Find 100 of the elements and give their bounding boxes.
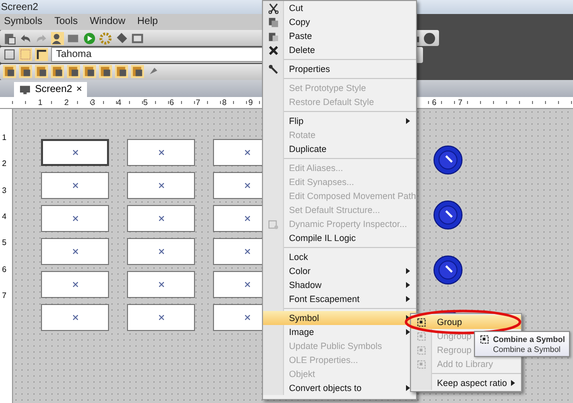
widget-drawing[interactable] (127, 304, 195, 331)
layer-icon[interactable] (35, 65, 48, 78)
widget-drawing[interactable] (127, 172, 195, 199)
ruler-label: 2 (64, 97, 69, 108)
group-icon (416, 330, 426, 342)
menu-item[interactable]: Duplicate (263, 142, 416, 156)
group-icon (416, 358, 426, 370)
menu-item[interactable]: Group (411, 315, 521, 329)
menu-item[interactable]: Paste (263, 29, 416, 43)
group-icon (479, 334, 490, 344)
layer-icon[interactable] (99, 65, 112, 78)
ruler-label: 7 (2, 290, 6, 300)
scissors-icon (268, 2, 278, 14)
cross-icon (158, 249, 164, 254)
copy-icon (268, 16, 278, 28)
ruler-label: 3 (2, 186, 6, 195)
submenu-arrow-icon (406, 296, 410, 302)
screen-tab[interactable]: Screen2 × (14, 82, 88, 97)
ruler-label: 3 (90, 97, 96, 108)
widget-drawing[interactable] (127, 271, 195, 298)
window-title: Screen2 (1, 2, 38, 12)
cross-icon (158, 183, 164, 188)
cross-icon (244, 183, 250, 188)
monitor-icon (19, 84, 31, 94)
layer-icon[interactable] (3, 65, 16, 78)
group-icon (416, 316, 426, 328)
knob-drawing[interactable] (433, 145, 463, 175)
ruler-label: 6 (2, 264, 6, 274)
widget-drawing[interactable] (127, 205, 195, 232)
layer-icon[interactable] (51, 65, 64, 78)
tooltip-text: Combine a Symbol (492, 344, 561, 354)
ruler-label: 7 (196, 97, 200, 108)
layer-icon[interactable] (83, 65, 96, 78)
menu-item[interactable]: Font Escapement (263, 292, 416, 306)
play-icon[interactable] (83, 32, 96, 45)
menu-item[interactable]: Copy (263, 15, 416, 29)
inspector-icon (268, 218, 278, 230)
cross-icon (244, 315, 250, 320)
ruler-label: 8 (222, 97, 227, 108)
delete-icon (268, 44, 278, 56)
ruler-label: 7 (458, 97, 462, 108)
group-icon (416, 344, 426, 356)
cross-icon (72, 282, 78, 287)
submenu-arrow-icon (406, 282, 410, 288)
menu-item[interactable]: Window (90, 16, 126, 28)
ruler-label: 6 (170, 97, 174, 108)
menu-item[interactable]: Help (137, 16, 158, 28)
ruler-label: 5 (143, 97, 148, 108)
menu-item[interactable]: Shadow (263, 278, 416, 292)
paste-icon (268, 30, 278, 42)
cross-icon (72, 183, 78, 188)
menu-item[interactable]: Properties (263, 62, 416, 76)
corner-icon[interactable] (35, 48, 48, 62)
wrench-icon (268, 64, 278, 74)
window-icon[interactable] (131, 32, 144, 45)
widget-drawing[interactable] (41, 205, 109, 232)
cross-icon (244, 249, 250, 254)
widget-drawing[interactable] (127, 139, 195, 166)
grid-icon[interactable] (3, 48, 16, 62)
menu-item[interactable]: Cut (263, 1, 416, 15)
submenu-arrow-icon (406, 118, 410, 124)
cross-icon (244, 216, 250, 221)
menu-item[interactable]: Color (263, 264, 416, 278)
cross-icon (158, 315, 164, 320)
ruler-label: 9 (248, 97, 253, 108)
close-button[interactable]: × (76, 84, 82, 95)
knob-drawing[interactable] (433, 200, 463, 230)
layer-icon[interactable] (115, 65, 128, 78)
menu-item[interactable]: Symbols (4, 16, 42, 28)
cross-icon (244, 282, 250, 287)
cross-icon (72, 150, 78, 155)
cross-icon (244, 150, 250, 155)
menu-item[interactable]: Flip (263, 114, 416, 128)
widget-drawing[interactable] (41, 139, 109, 166)
ruler-label: 4 (2, 212, 6, 221)
menu-item[interactable]: Lock (263, 250, 416, 264)
ruler-label: 1 (2, 133, 6, 142)
widget-drawing[interactable] (41, 271, 109, 298)
tooltip-text: Combine a Symbol (493, 334, 566, 344)
cross-icon (72, 216, 78, 221)
ruler-label: 2 (2, 159, 6, 168)
menu-item[interactable]: Keep aspect ratio (411, 376, 521, 390)
cross-icon (72, 249, 78, 254)
layer-icon[interactable] (19, 65, 32, 78)
submenu-arrow-icon (511, 380, 515, 386)
menu-item[interactable]: Symbol (263, 311, 416, 325)
widget-drawing[interactable] (41, 238, 109, 265)
ruler-label: 5 (2, 238, 6, 248)
widget-drawing[interactable] (41, 172, 109, 199)
paste-icon[interactable] (3, 32, 16, 45)
widget-drawing[interactable] (127, 238, 195, 265)
cross-icon (72, 315, 78, 320)
knob-drawing[interactable] (433, 255, 463, 285)
ruler-label: 1 (38, 97, 42, 108)
layer-icon[interactable] (67, 65, 80, 78)
menu-item[interactable]: Compile IL Logic (263, 231, 416, 245)
ruler-label: 4 (116, 97, 122, 108)
widget-drawing[interactable] (41, 304, 109, 331)
menu-item[interactable]: Tools (54, 16, 78, 28)
layer-icon[interactable] (131, 65, 144, 78)
